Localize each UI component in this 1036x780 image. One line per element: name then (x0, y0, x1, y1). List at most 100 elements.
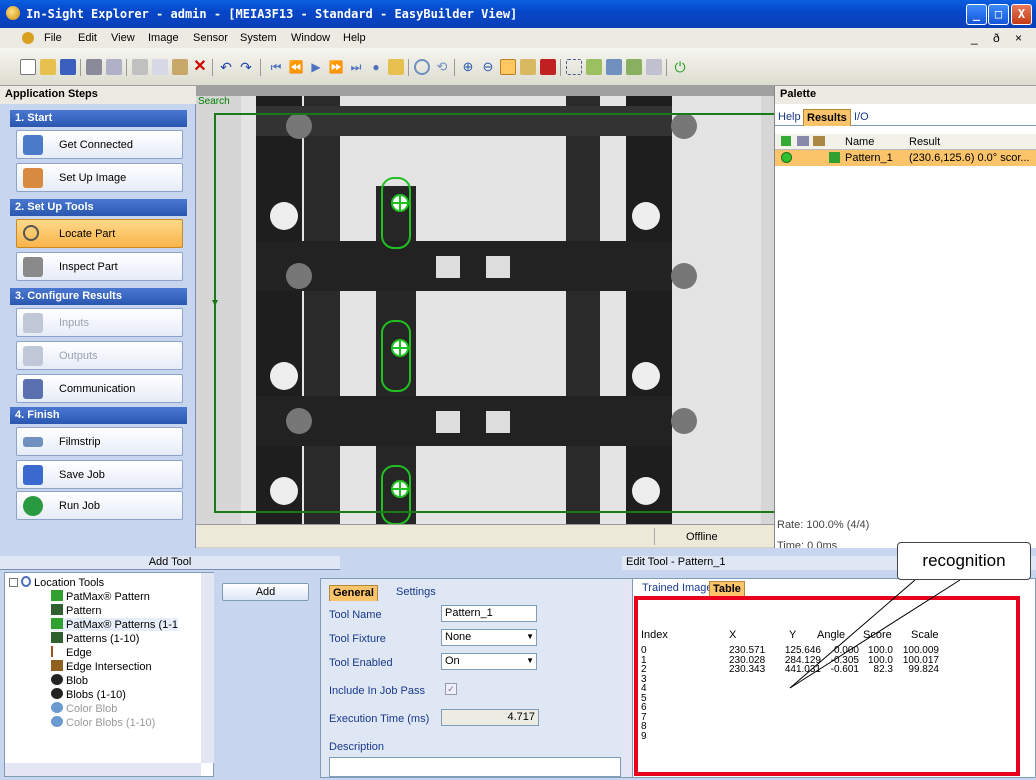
tree-node-selected[interactable]: PatMax® Patterns (1-1 (51, 618, 179, 631)
get-connected-button[interactable]: Get Connected (16, 130, 183, 159)
menu-sensor[interactable]: Sensor (193, 32, 228, 44)
fast-forward-icon[interactable]: ⏩ (328, 59, 344, 75)
calibrate-icon[interactable] (586, 59, 602, 75)
result-column-header[interactable]: Result (909, 136, 940, 148)
delete-icon[interactable]: ✕ (192, 59, 208, 75)
tree-node[interactable]: Patterns (1-10) (51, 632, 139, 645)
zoom-fit-icon[interactable] (500, 59, 516, 75)
region-icon[interactable] (566, 59, 582, 75)
tree-horizontal-scrollbar[interactable] (5, 763, 201, 776)
locate-part-button[interactable]: Locate Part (16, 219, 183, 248)
close-button[interactable]: X (1011, 4, 1032, 25)
menu-system[interactable]: System (240, 32, 277, 44)
zoom-in-icon[interactable]: ⊕ (460, 59, 476, 75)
circle-icon[interactable] (414, 59, 430, 75)
folder-icon[interactable] (388, 59, 404, 75)
tree-node[interactable]: Blobs (1-10) (51, 688, 126, 701)
network-icon[interactable] (646, 59, 662, 75)
tree-node[interactable]: PatMax® Pattern (51, 590, 150, 603)
tab-help[interactable]: Help (775, 109, 804, 126)
outputs-button[interactable]: Outputs (16, 341, 183, 370)
paste-icon[interactable] (172, 59, 188, 75)
result-row[interactable]: Pattern_1 (230.6,125.6) 0.0° scor... (775, 150, 1036, 166)
button-label: Outputs (59, 350, 98, 362)
new-icon[interactable] (20, 59, 36, 75)
tab-results[interactable]: Results (803, 109, 851, 126)
chevron-down-icon: ▼ (526, 632, 534, 641)
save-icon[interactable] (60, 59, 76, 75)
tool-enabled-select[interactable]: On ▼ (441, 653, 537, 670)
tool-column-icon (813, 136, 825, 146)
mdi-controls[interactable]: _ ð × (971, 31, 1028, 45)
menu-view[interactable]: View (111, 32, 135, 44)
run-job-button[interactable]: Run Job (16, 491, 183, 520)
communication-button[interactable]: Communication (16, 374, 183, 403)
toolbar-separator (212, 59, 213, 76)
name-column-header[interactable]: Name (845, 136, 874, 148)
menu-help[interactable]: Help (343, 32, 366, 44)
tree-node[interactable]: Edge Intersection (51, 660, 152, 673)
filmstrip-button[interactable]: Filmstrip (16, 427, 183, 456)
button-label: Set Up Image (59, 172, 127, 184)
minimize-button[interactable]: _ (966, 4, 987, 25)
open-icon[interactable] (40, 59, 56, 75)
tree-node[interactable]: Blob (51, 674, 88, 687)
tree-label: Location Tools (34, 577, 105, 589)
search-region-label: Search (198, 96, 230, 107)
inputs-button[interactable]: Inputs (16, 308, 183, 337)
add-button[interactable]: Add (222, 583, 309, 601)
menu-file[interactable]: File (44, 32, 62, 44)
splitter[interactable] (0, 548, 1036, 556)
image-display[interactable]: Search (196, 96, 774, 524)
power-icon[interactable]: ⏻ (672, 59, 688, 75)
description-field[interactable] (329, 757, 621, 777)
rewind-icon[interactable]: ⏪ (288, 59, 304, 75)
redo-icon[interactable]: ↷ (238, 59, 254, 75)
print-icon[interactable] (86, 59, 102, 75)
tab-trained-image[interactable]: Trained Image (639, 581, 716, 597)
tree-vertical-scrollbar[interactable] (201, 573, 214, 763)
last-frame-icon[interactable]: ⏭ (348, 59, 364, 75)
collapse-icon[interactable] (9, 578, 18, 587)
zoom-out-icon[interactable]: ⊖ (480, 59, 496, 75)
save-job-button[interactable]: Save Job (16, 460, 183, 489)
menu-window[interactable]: Window (291, 32, 330, 44)
inspect-part-button[interactable]: Inspect Part (16, 252, 183, 281)
rotate-icon[interactable]: ⟲ (434, 59, 450, 75)
menu-image[interactable]: Image (148, 32, 179, 44)
graphics-icon[interactable] (540, 59, 556, 75)
maximize-button[interactable]: □ (988, 4, 1009, 25)
fixture-icon[interactable] (520, 59, 536, 75)
tree-node[interactable]: Color Blob (51, 702, 117, 715)
tool-fixture-select[interactable]: None ▼ (441, 629, 537, 646)
set-up-image-button[interactable]: Set Up Image (16, 163, 183, 192)
form-scrollbar[interactable] (623, 579, 632, 777)
undo-icon[interactable]: ↶ (218, 59, 234, 75)
tab-settings[interactable]: Settings (393, 585, 439, 601)
tree-node-location-tools[interactable]: Location Tools (9, 576, 104, 589)
cut-icon[interactable] (132, 59, 148, 75)
record-icon[interactable]: ● (368, 59, 384, 75)
camera-icon[interactable] (606, 59, 622, 75)
play-icon[interactable]: ▶ (308, 59, 324, 75)
sensor-icon[interactable] (626, 59, 642, 75)
tree-node[interactable]: Color Blobs (1-10) (51, 716, 155, 729)
include-checkbox[interactable]: ✓ (445, 683, 457, 695)
tab-general[interactable]: General (329, 585, 378, 601)
menu-edit[interactable]: Edit (78, 32, 97, 44)
app-icon (6, 6, 20, 20)
result-name: Pattern_1 (845, 152, 893, 164)
tree-label: Color Blobs (1-10) (66, 717, 156, 729)
copy-icon[interactable] (152, 59, 168, 75)
print-preview-icon[interactable] (106, 59, 122, 75)
tool-name-field[interactable]: Pattern_1 (441, 605, 537, 622)
tool-tree[interactable]: Location Tools PatMax® Pattern Pattern P… (4, 572, 214, 777)
first-frame-icon[interactable]: ⏮ (268, 59, 284, 75)
description-label: Description (329, 741, 385, 753)
tree-label: Pattern (66, 605, 102, 617)
tab-table[interactable]: Table (709, 581, 745, 597)
tab-io[interactable]: I/O (851, 109, 872, 126)
tree-node[interactable]: Edge (51, 646, 92, 659)
app-menu-icon[interactable] (22, 32, 34, 44)
tree-node[interactable]: Pattern (51, 604, 101, 617)
